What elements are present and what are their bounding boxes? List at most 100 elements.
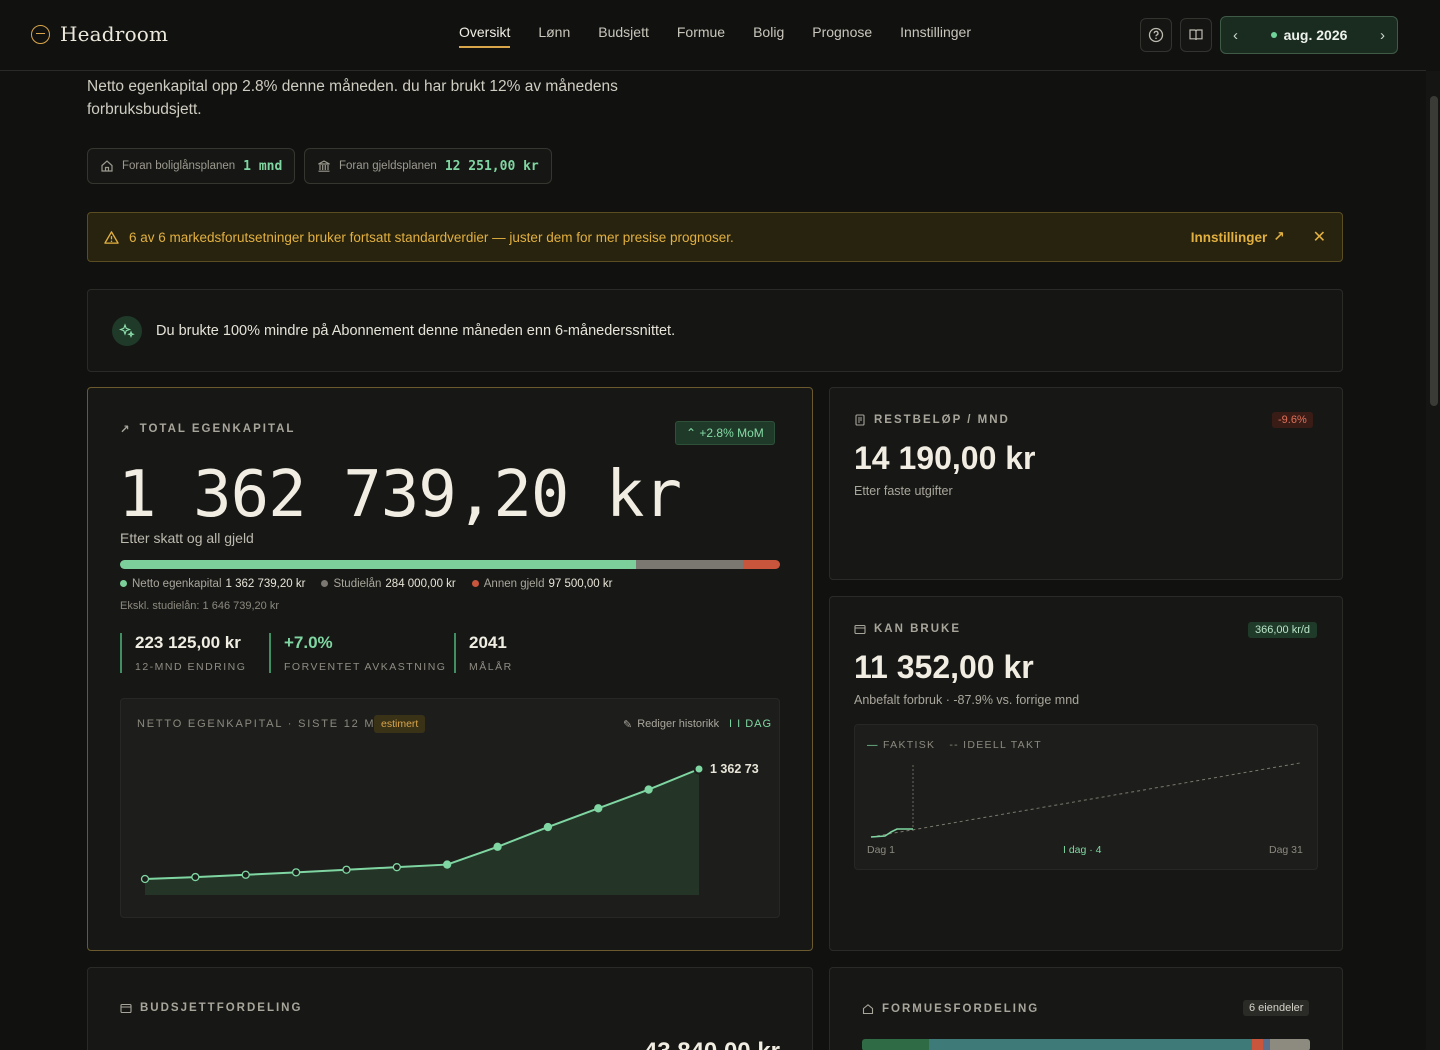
close-icon[interactable]: ✕: [1313, 227, 1326, 247]
spendable-subtitle: Anbefalt forbruk · -87.9% vs. forrige mn…: [854, 693, 1080, 707]
spendable-label: KAN BRUKE: [854, 623, 961, 635]
legend-item-net-equity: Netto egenkapital 1 362 739,20 kr: [120, 578, 305, 590]
nav-formue[interactable]: Formue: [677, 24, 725, 48]
daily-budget-badge: 366,00 kr/d: [1248, 622, 1318, 638]
equity-line-chart: [140, 763, 705, 895]
stat-value: +7.0%: [284, 633, 333, 652]
month-picker: ‹ aug. 2026 ›: [1220, 16, 1398, 54]
chip-label: Foran boliglånsplanen: [122, 160, 236, 172]
main-nav: Oversikt Lønn Budsjett Formue Bolig Prog…: [459, 24, 971, 48]
pace-chart-panel: — FAKTISK -- IDEELL TAKT Dag 1 I dag · 4…: [854, 724, 1318, 870]
help-button[interactable]: [1140, 18, 1172, 52]
equity-subtitle: Etter skatt og all gjeld: [120, 530, 254, 546]
remaining-label-text: RESTBELØP / MND: [874, 414, 1010, 426]
actual-spend-line: [870, 828, 913, 838]
data-point[interactable]: [493, 842, 502, 851]
mortgage-plan-chip[interactable]: Foran boliglånsplanen 1 mnd: [87, 148, 296, 184]
chip-value: 12 251,00 kr: [444, 158, 539, 174]
budget-label-text: BUDSJETTFORDELING: [140, 1002, 303, 1014]
data-point[interactable]: [140, 874, 150, 884]
warning-message: 6 av 6 markedsforutsetninger bruker fort…: [129, 229, 734, 245]
month-label[interactable]: aug. 2026: [1270, 27, 1348, 43]
book-icon: [1189, 29, 1203, 41]
brand[interactable]: Headroom: [31, 22, 168, 46]
budget-label: BUDSJETTFORDELING: [120, 1002, 302, 1014]
wealth-bar-segment: [1262, 1039, 1270, 1050]
scrollbar-thumb[interactable]: [1430, 96, 1438, 406]
stat-label: MÅLÅR: [469, 661, 513, 673]
wealth-distribution-card: FORMUESFORDELING 6 eiendeler: [829, 967, 1343, 1050]
nav-bolig[interactable]: Bolig: [753, 24, 784, 48]
data-point[interactable]: [543, 822, 553, 832]
equity-bar-segment: [743, 560, 780, 569]
arrow-up-right-icon: ↗: [1273, 229, 1285, 244]
stat-value: 2041: [469, 633, 507, 652]
legend-item-student-loan: Studielån 284 000,00 kr: [321, 578, 456, 590]
pace-x-today: I dag · 4: [1063, 844, 1102, 856]
receipt-icon: [855, 414, 865, 426]
ideal-pace-line: [870, 762, 1301, 838]
stat-label: FORVENTET AVKASTNING: [284, 661, 447, 673]
month-value: aug. 2026: [1283, 27, 1348, 43]
summary-text: Netto egenkapital opp 2.8% denne måneden…: [87, 78, 618, 118]
guide-button[interactable]: [1180, 18, 1212, 52]
wealth-bar-segment: [1269, 1039, 1310, 1050]
wealth-label-text: FORMUESFORDELING: [882, 1003, 1040, 1015]
home-icon: [862, 1004, 874, 1015]
equity-bar-segment: [635, 560, 744, 569]
wealth-composition-bar: [862, 1039, 1310, 1050]
budget-distribution-card: BUDSJETTFORDELING 43 840,00 kr: [87, 967, 813, 1050]
assets-count-badge: 6 eiendeler: [1243, 1000, 1310, 1016]
data-point[interactable]: [644, 785, 653, 794]
data-point[interactable]: [594, 804, 603, 813]
insight-text: Du brukte 100% mindre på Abonnement denn…: [156, 322, 676, 339]
data-point[interactable]: [241, 870, 250, 879]
remaining-value: 14 190,00 kr: [854, 440, 1036, 476]
top-bar: Headroom Oversikt Lønn Budsjett Formue B…: [0, 0, 1426, 71]
chevron-left-icon[interactable]: ‹: [1233, 27, 1238, 44]
stat-expected-return: +7.0% FORVENTET AVKASTNING: [269, 633, 446, 673]
legend-item-other-debt: Annen gjeld 97 500,00 kr: [471, 578, 612, 590]
data-point[interactable]: [191, 872, 200, 882]
wealth-bar-segment: [1251, 1039, 1263, 1050]
equity-history-panel: NETTO EGENKAPITAL · SISTE 12 MND estimer…: [120, 698, 780, 918]
settings-link[interactable]: Innstillinger ↗: [1191, 229, 1285, 245]
stat-value: 223 125,00 kr: [135, 633, 241, 652]
mom-badge: ⌃ +2.8% MoM: [675, 421, 775, 445]
nav-prognose[interactable]: Prognose: [812, 24, 872, 48]
wallet-icon: [120, 1003, 132, 1014]
stat-target-year: 2041 MÅLÅR: [454, 633, 513, 673]
equity-label: ↗ TOTAL EGENKAPITAL: [120, 422, 295, 436]
data-point[interactable]: [291, 868, 301, 877]
spendable-card: KAN BRUKE 366,00 kr/d 11 352,00 kr Anbef…: [829, 596, 1343, 951]
stat-label: 12-MND ENDRING: [135, 661, 247, 673]
app-name: Headroom: [60, 22, 169, 46]
spendable-label-text: KAN BRUKE: [874, 623, 961, 635]
nav-oversikt[interactable]: Oversikt: [459, 24, 511, 48]
chevron-right-icon[interactable]: ›: [1380, 27, 1385, 44]
spendable-value: 11 352,00 kr: [854, 649, 1034, 685]
data-point[interactable]: [443, 860, 452, 869]
stat-12m-change: 223 125,00 kr 12-MND ENDRING: [120, 633, 246, 673]
nav-lonn[interactable]: Lønn: [538, 24, 570, 48]
logo-icon: [31, 24, 50, 44]
data-point[interactable]: [693, 763, 705, 775]
nav-innstillinger[interactable]: Innstillinger: [900, 24, 971, 48]
data-point[interactable]: [342, 865, 351, 874]
sparkle-icon: [112, 315, 142, 346]
settings-link-label: Innstillinger: [1190, 229, 1268, 245]
data-point[interactable]: [392, 863, 401, 872]
insight-card: Du brukte 100% mindre på Abonnement denn…: [87, 289, 1343, 372]
chip-value: 1 mnd: [243, 158, 283, 174]
total-equity-card: ↗ TOTAL EGENKAPITAL ⌃ +2.8% MoM 1 362 73…: [87, 387, 813, 951]
wealth-bar-segment: [862, 1039, 930, 1050]
remaining-label: RESTBELØP / MND: [854, 414, 1010, 426]
equity-bar-segment: [120, 560, 636, 569]
home-icon: [101, 160, 113, 172]
remaining-card: RESTBELØP / MND -9.6% 14 190,00 kr Etter…: [829, 387, 1343, 580]
chip-label: Foran gjeldsplanen: [339, 160, 437, 172]
wallet-icon: [854, 624, 866, 635]
remaining-subtitle: Etter faste utgifter: [854, 484, 953, 498]
debt-plan-chip[interactable]: Foran gjeldsplanen 12 251,00 kr: [304, 148, 552, 184]
nav-budsjett[interactable]: Budsjett: [598, 24, 649, 48]
